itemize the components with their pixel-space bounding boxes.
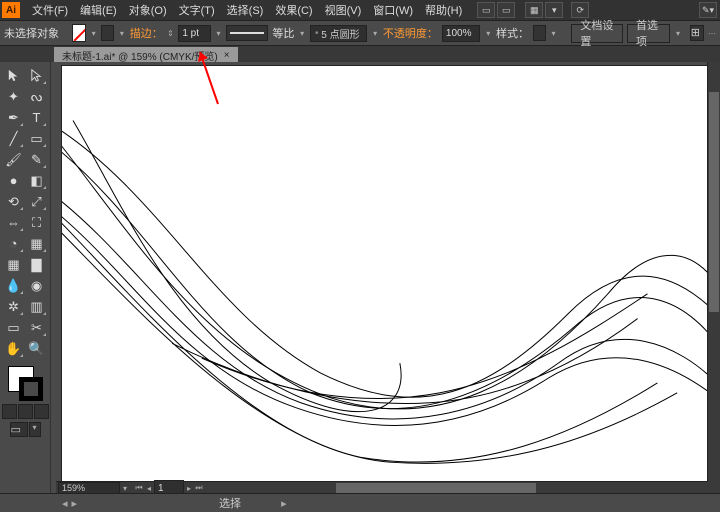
control-bar: 未选择对象 ▾ ▾ 描边： ⇕ 1 pt ▾ 等比 ▾ • 5 点圆形 ▾ 不透… [0, 21, 720, 46]
layout-btn-1[interactable]: ▭ [477, 2, 495, 18]
rectangle-tool[interactable]: ▭ [25, 128, 48, 149]
style-swatch[interactable] [533, 25, 546, 41]
stroke-stepper[interactable]: ⇕ [167, 29, 175, 38]
menu-help[interactable]: 帮助(H) [419, 2, 468, 18]
menu-edit[interactable]: 编辑(E) [74, 2, 123, 18]
canvas-area [56, 62, 708, 482]
slice-tool[interactable]: ✂ [25, 317, 48, 338]
menu-object[interactable]: 对象(O) [123, 2, 173, 18]
artboard-nav-prev[interactable]: ◂ [144, 484, 154, 493]
gradient-mode-btn[interactable] [18, 404, 33, 419]
screen-mode-btn[interactable]: ▭ [10, 422, 28, 437]
rotate-tool[interactable]: ⟲ [2, 191, 25, 212]
artboard-tool[interactable]: ▭ [2, 317, 25, 338]
artwork-curves [62, 66, 708, 482]
prefs-drop[interactable]: ▾ [674, 29, 682, 38]
zoom-drop[interactable]: ▾ [120, 484, 130, 493]
artboard-nav-first[interactable]: ⏮ [134, 483, 144, 493]
workspace-switch[interactable]: ⟳ [571, 2, 589, 18]
opacity-label: 不透明度： [383, 25, 438, 41]
width-tool[interactable]: ⇔ [2, 212, 25, 233]
menu-effect[interactable]: 效果(C) [269, 2, 318, 18]
eyedropper-tool[interactable]: 💧 [2, 275, 25, 296]
hand-tool[interactable]: ✋ [2, 338, 25, 359]
menu-window[interactable]: 窗口(W) [367, 2, 419, 18]
doc-settings-button[interactable]: 文档设置 [571, 24, 623, 43]
workspace: ✦ ᔓ ✒ T ╱ ▭ 🖌 ✎ ● ◧ ⟲ ⤢ ⇔ ⛶ ◔ ▦ [0, 62, 720, 494]
status-prev-icon[interactable]: ◂ [62, 497, 68, 510]
artboard-nav-next[interactable]: ▸ [184, 484, 194, 493]
style-drop[interactable]: ▾ [550, 29, 558, 38]
status-next-icon[interactable]: ▸ [72, 497, 78, 510]
layout-btn-2[interactable]: ▭ [497, 2, 515, 18]
mesh-tool[interactable]: ▦ [2, 254, 25, 275]
vertical-scroll-thumb[interactable] [709, 92, 719, 312]
fill-stroke-indicator[interactable] [5, 363, 45, 403]
fill-drop[interactable]: ▾ [90, 29, 98, 38]
status-tool-name: 选择 [219, 495, 241, 511]
eraser-tool[interactable]: ◧ [25, 170, 48, 191]
perspective-tool[interactable]: ▦ [25, 233, 48, 254]
shape-builder-tool[interactable]: ◔ [2, 233, 25, 254]
screen-mode-drop[interactable]: ▾ [29, 422, 41, 437]
selection-tool[interactable] [2, 65, 25, 86]
arrange-btn[interactable]: ▦ [525, 2, 543, 18]
arrange-drop[interactable]: ▾ [545, 2, 563, 18]
opacity-drop[interactable]: ▾ [484, 29, 492, 38]
artboard-nav-last[interactable]: ⏭ [194, 483, 204, 493]
stroke-color[interactable] [19, 377, 43, 401]
stroke-label: 描边： [130, 25, 163, 41]
pencil-tool[interactable]: ✎ [25, 149, 48, 170]
stroke-weight-drop[interactable]: ▾ [215, 29, 223, 38]
brush-drop[interactable]: ▾ [371, 29, 379, 38]
free-transform-tool[interactable]: ⛶ [25, 212, 48, 233]
style-label: 样式： [496, 25, 529, 41]
stroke-weight-input[interactable]: 1 pt [178, 25, 210, 42]
menu-type[interactable]: 文字(T) [173, 2, 221, 18]
blob-brush-tool[interactable]: ● [2, 170, 25, 191]
brush-select[interactable]: • 5 点圆形 [310, 25, 367, 42]
menu-file[interactable]: 文件(F) [26, 2, 74, 18]
tab-title: 未标题-1.ai* @ 159% (CMYK/预览) [62, 48, 218, 63]
zoom-tool[interactable]: 🔍 [25, 338, 48, 359]
selection-status: 未选择对象 [4, 25, 59, 41]
vertical-scrollbar[interactable] [707, 62, 720, 482]
prefs-button[interactable]: 首选项 [627, 24, 670, 43]
search-icon[interactable]: ✎▾ [699, 2, 717, 18]
color-mode-btn[interactable] [2, 404, 17, 419]
none-mode-btn[interactable] [34, 404, 49, 419]
gradient-tool[interactable]: ▇ [25, 254, 48, 275]
magic-wand-tool[interactable]: ✦ [2, 86, 25, 107]
fill-swatch[interactable] [72, 24, 86, 42]
lasso-tool[interactable]: ᔓ [25, 86, 48, 107]
line-tool[interactable]: ╱ [2, 128, 25, 149]
opacity-input[interactable]: 100% [442, 25, 481, 42]
scale-tool[interactable]: ⤢ [25, 191, 48, 212]
graph-tool[interactable]: ▥ [25, 296, 48, 317]
stroke-drop[interactable]: ▾ [118, 29, 126, 38]
menu-select[interactable]: 选择(S) [221, 2, 270, 18]
direct-selection-tool[interactable] [25, 65, 48, 86]
pen-tool[interactable]: ✒ [2, 107, 25, 128]
status-bar: ◂ ▸ 选择 ▸ [0, 493, 720, 512]
tab-close-icon[interactable]: × [224, 50, 230, 61]
type-tool[interactable]: T [25, 107, 48, 128]
control-more[interactable]: ⋯ [708, 29, 716, 38]
artboard[interactable] [62, 66, 708, 482]
stroke-swatch[interactable] [101, 25, 114, 41]
paintbrush-tool[interactable]: 🖌 [2, 149, 25, 170]
stroke-profile[interactable] [226, 25, 268, 41]
menu-view[interactable]: 视图(V) [319, 2, 368, 18]
horizontal-scroll-thumb[interactable] [336, 483, 536, 493]
proportional-drop[interactable]: ▾ [298, 29, 306, 38]
symbol-sprayer-tool[interactable]: ✲ [2, 296, 25, 317]
tools-panel: ✦ ᔓ ✒ T ╱ ▭ 🖌 ✎ ● ◧ ⟲ ⤢ ⇔ ⛶ ◔ ▦ [0, 62, 51, 494]
align-icon[interactable]: ⊞ [690, 25, 704, 41]
proportional-label: 等比 [272, 25, 294, 41]
status-more-icon[interactable]: ▸ [281, 497, 287, 510]
blend-tool[interactable]: ◉ [25, 275, 48, 296]
app-logo: Ai [2, 2, 20, 18]
